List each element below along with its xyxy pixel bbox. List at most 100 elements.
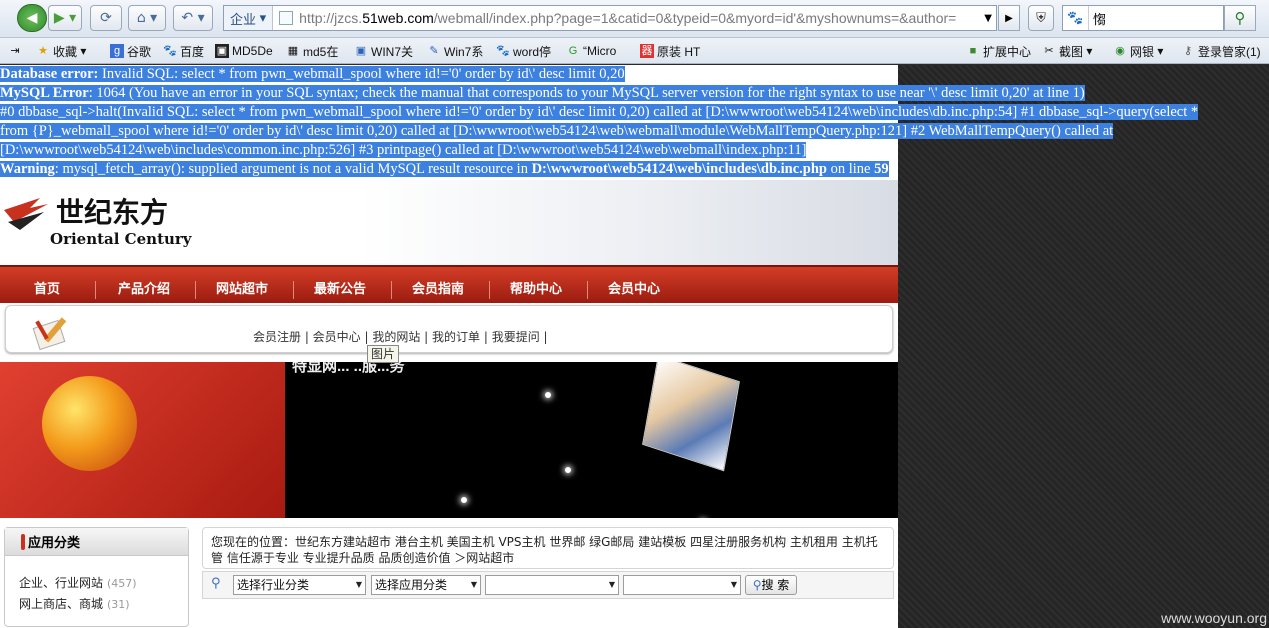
error-line-4: from {P}_webmall_spool where id!='0' ord… — [0, 122, 1269, 141]
reload-icon: ⟳ — [100, 10, 112, 26]
error-line-6: Warning: mysql_fetch_array(): supplied a… — [0, 160, 1269, 179]
md5-icon: ▣ — [215, 44, 229, 58]
bookmark-win7sys[interactable]: ✎ Win7系 — [427, 42, 483, 60]
bookmark-label: 登录管家(1) — [1198, 44, 1261, 59]
search-icon: ⚲ — [1234, 9, 1246, 27]
banner-left-panel — [0, 362, 285, 518]
forward-arrow-icon: ▶ ▾ — [53, 10, 77, 26]
forward-button[interactable]: ▶ ▾ — [48, 5, 82, 31]
menu-separator — [195, 281, 196, 299]
win-icon: ▣ — [355, 45, 367, 57]
third-select[interactable] — [485, 575, 619, 595]
error-label: Warning — [0, 161, 55, 177]
bookmark-label: “Micro — [583, 44, 617, 58]
bookmark-label: 百度 — [180, 44, 205, 59]
error-text: Invalid SQL: select * from pwn_webmall_s… — [98, 66, 625, 82]
reload-button[interactable]: ⟳ — [90, 5, 122, 31]
url-text[interactable]: http://jzcs.51web.com/webmall/index.php?… — [299, 10, 979, 26]
magazine-graphic — [642, 362, 740, 472]
address-bar[interactable]: 企业 ▾ http://jzcs.51web.com/webmall/index… — [223, 5, 997, 31]
search-engine-icon[interactable]: 🐾 — [1063, 6, 1089, 30]
baidu-icon: 🐾 — [163, 45, 177, 57]
search-submit-button[interactable]: ⚲搜 索 — [745, 575, 797, 595]
back-button[interactable]: ◀ — [17, 4, 47, 32]
menu-web-market[interactable]: 网站超市 — [216, 267, 268, 305]
key-icon: ⚷ — [1183, 45, 1193, 57]
bookmark-label: Win7系 — [444, 44, 484, 59]
search-button[interactable]: ⚲ — [1224, 5, 1256, 31]
undo-button[interactable]: ↶ ▾ — [173, 5, 213, 31]
main-menu: 首页 产品介绍 网站超市 最新公告 会员指南 帮助中心 会员中心 — [0, 265, 898, 303]
error-label: MySQL Error — [0, 85, 89, 101]
breadcrumb-text[interactable]: 您现在的位置：世纪东方建站超市 港台主机 美国主机 VPS主机 世界邮 绿G邮局… — [211, 534, 886, 566]
address-tag-label: 企业 — [230, 11, 257, 27]
category-count: (31) — [107, 598, 130, 611]
member-links[interactable]: 会员注册 | 会员中心 | 我的网站 | 我的订单 | 我要提问 | — [253, 328, 548, 345]
bookmark-label: MD5De — [232, 44, 273, 58]
app-select[interactable]: 选择应用分类 — [371, 575, 481, 595]
bookmark-label: md5在 — [303, 44, 339, 59]
address-tag[interactable]: 企业 ▾ — [224, 6, 274, 30]
bookmark-win7[interactable]: ▣ WIN7关 — [354, 42, 413, 60]
search-input[interactable]: 🐾 㥮 — [1062, 5, 1224, 31]
login-manager[interactable]: ⚷ 登录管家(1) — [1181, 42, 1261, 60]
star-dot — [565, 467, 571, 473]
extension-center[interactable]: ■ 扩展中心 — [966, 42, 1031, 60]
menu-member-guide[interactable]: 会员指南 — [412, 267, 464, 305]
error-messages: Database error: Invalid SQL: select * fr… — [0, 65, 1269, 179]
grid-icon: ▦ — [287, 45, 299, 57]
scissors-icon: ✂ — [1044, 45, 1054, 57]
bank-icon: ◉ — [1115, 45, 1125, 57]
category-count: (457) — [107, 577, 137, 590]
error-text: #0 dbbase_sql->halt(Invalid SQL: select … — [0, 104, 1199, 120]
menu-home[interactable]: 首页 — [34, 267, 60, 305]
category-item[interactable]: 网上商店、商城 (31) — [19, 595, 130, 612]
security-shield-button[interactable]: ⛨ — [1028, 5, 1054, 31]
bookmark-google[interactable]: g 谷歌 — [110, 42, 151, 60]
url-dropdown-icon[interactable]: ▼ — [984, 13, 996, 24]
tag-icon: ✎ — [429, 45, 439, 57]
category-item[interactable]: 企业、行业网站 (457) — [19, 574, 137, 591]
bookmark-label: 收藏 — [53, 44, 78, 59]
image-tooltip: 图片 — [367, 345, 399, 363]
red-square-icon: 器 — [640, 44, 654, 58]
error-text: : 1064 (You have an error in your SQL sy… — [88, 85, 1085, 101]
bookmark-md5de[interactable]: ▣ MD5De — [215, 42, 273, 60]
search-value: 㥮 — [1093, 12, 1107, 28]
error-text: on line — [827, 161, 875, 177]
error-line-5: [D:\wwwroot\web54124\web\includes\common… — [0, 141, 1269, 160]
breadcrumb: 您现在的位置：世纪东方建站超市 港台主机 美国主机 VPS主机 世界邮 绿G邮局… — [202, 527, 894, 569]
sidebar-toggle[interactable]: ⇥ — [8, 42, 25, 60]
bookmark-baidu[interactable]: 🐾 百度 — [163, 42, 204, 60]
g-icon: G — [568, 45, 578, 57]
shield-icon: ⛨ — [1036, 10, 1046, 26]
sidebar-toggle-icon: ⇥ — [10, 45, 20, 57]
menu-separator — [95, 281, 96, 299]
go-button[interactable]: ▶ — [998, 5, 1020, 31]
bookmark-micro[interactable]: G “Micro — [566, 42, 617, 60]
keyword-input[interactable] — [623, 575, 741, 595]
industry-select[interactable]: 选择行业分类 — [233, 575, 366, 595]
screenshot-button[interactable]: ✂ 截图 ▾ — [1042, 42, 1092, 60]
play-icon: ▶ — [1005, 12, 1013, 24]
menu-products[interactable]: 产品介绍 — [118, 267, 170, 305]
error-text: [D:\wwwroot\web54124\web\includes\common… — [0, 142, 807, 158]
home-button[interactable]: ⌂ ▾ — [128, 5, 166, 31]
bookmark-word[interactable]: 🐾 word停 — [496, 42, 551, 60]
error-file: D:\wwwroot\web54124\web\includes\db.inc.… — [531, 161, 827, 177]
sub-menu: 会员注册 | 会员中心 | 我的网站 | 我的订单 | 我要提问 | — [5, 305, 893, 353]
menu-announcements[interactable]: 最新公告 — [314, 267, 366, 305]
undo-icon: ↶ ▾ — [181, 10, 205, 26]
error-text: : mysql_fetch_array(): supplied argument… — [54, 161, 532, 177]
category-box: 应用分类 企业、行业网站 (457) 网上商店、商城 (31) — [4, 527, 189, 627]
bookmark-md5[interactable]: ▦ md5在 — [286, 42, 339, 60]
bookmark-favorites[interactable]: ★ 收藏 ▾ — [36, 42, 86, 60]
menu-member-center[interactable]: 会员中心 — [608, 267, 660, 305]
filter-bar: ⚲ 选择行业分类 选择应用分类 ⚲搜 索 — [202, 571, 894, 599]
bookmark-ht[interactable]: 器原装 HT — [640, 42, 700, 60]
star-dot — [545, 392, 551, 398]
menu-help[interactable]: 帮助中心 — [510, 267, 562, 305]
banner-text: 特显网... ..服...务 — [292, 362, 405, 375]
menu-separator — [391, 281, 392, 299]
bank-button[interactable]: ◉ 网银 ▾ — [1113, 42, 1163, 60]
